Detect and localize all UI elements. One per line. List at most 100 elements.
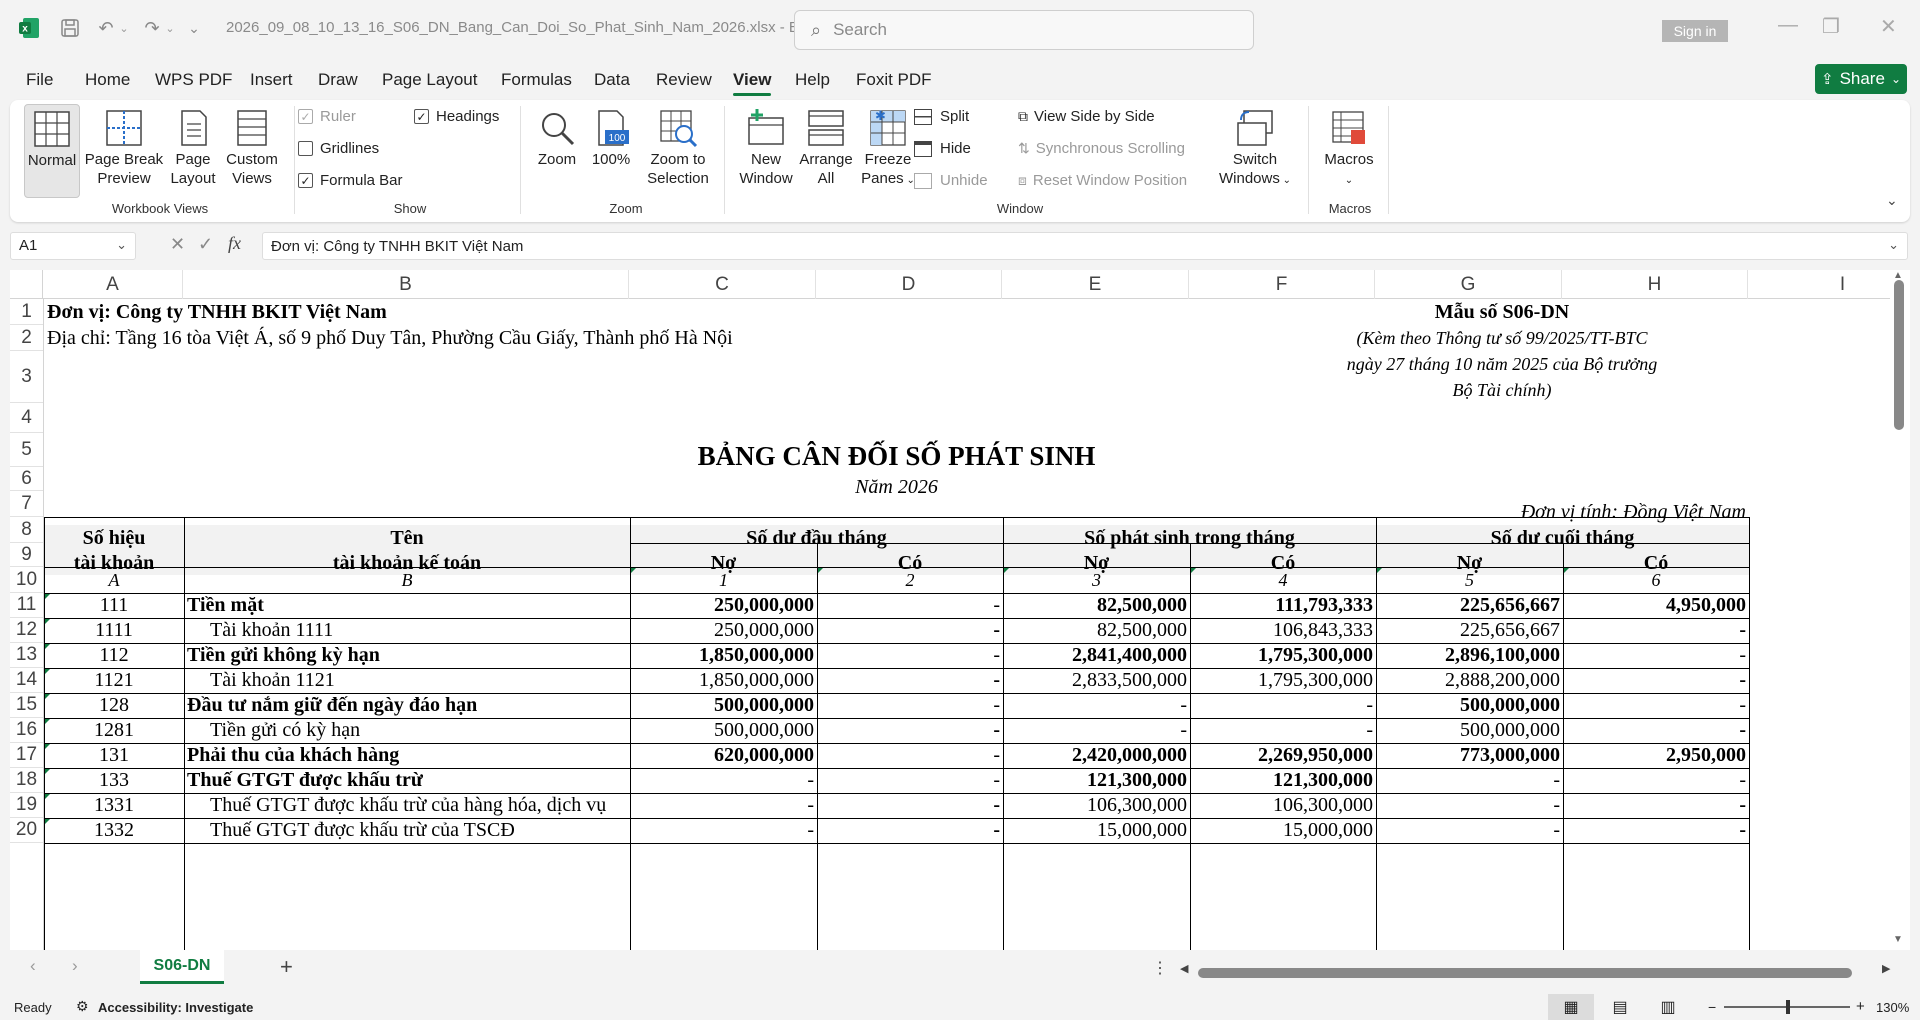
account-code-cell[interactable]: 128: [44, 693, 184, 718]
amount-cell[interactable]: 15,000,000: [1190, 818, 1376, 843]
account-code-cell[interactable]: 133: [44, 768, 184, 793]
page-layout-button[interactable]: Page Layout: [168, 108, 218, 188]
redo-dropdown-icon[interactable]: ⌄: [164, 16, 176, 40]
sign-in-button[interactable]: Sign in: [1662, 20, 1728, 42]
scroll-down-icon[interactable]: ▼: [1893, 934, 1903, 945]
row-header-12[interactable]: 12: [10, 618, 43, 643]
prev-sheet-icon[interactable]: ‹: [30, 956, 36, 976]
vertical-scroll-thumb[interactable]: [1894, 280, 1904, 430]
account-code-cell[interactable]: 1281: [44, 718, 184, 743]
acct-no-header-1[interactable]: Số hiệu: [44, 525, 184, 551]
row-header-17[interactable]: 17: [10, 743, 43, 768]
account-code-cell[interactable]: 131: [44, 743, 184, 768]
normal-view-status-button[interactable]: ▦: [1548, 994, 1594, 1020]
next-sheet-icon[interactable]: ›: [72, 956, 78, 976]
amount-cell[interactable]: 121,300,000: [1003, 768, 1190, 793]
zoom-in-icon[interactable]: +: [1856, 998, 1865, 1015]
row-header-2[interactable]: 2: [10, 325, 43, 351]
macros-button[interactable]: Macros ⌄: [1316, 108, 1382, 190]
amount-cell[interactable]: -: [630, 768, 817, 793]
menu-formulas[interactable]: Formulas: [501, 70, 572, 90]
sheet-tab-s06-dn[interactable]: S06-DN: [140, 950, 224, 984]
horizontal-scroll-thumb[interactable]: [1198, 968, 1852, 978]
menu-file[interactable]: File: [26, 70, 53, 90]
column-code-2[interactable]: 1: [630, 567, 817, 593]
undo-icon[interactable]: ↶: [94, 16, 118, 40]
page-break-preview-button[interactable]: Page Break Preview: [84, 108, 164, 188]
vertical-scrollbar[interactable]: ▲ ▼: [1890, 270, 1910, 950]
amount-cell[interactable]: -: [1563, 768, 1749, 793]
formula-input[interactable]: Đơn vị: Công ty TNHH BKIT Việt Nam ⌄: [262, 232, 1908, 260]
save-icon[interactable]: [58, 16, 82, 40]
amount-cell[interactable]: 2,833,500,000: [1003, 668, 1190, 693]
amount-cell[interactable]: 500,000,000: [630, 718, 817, 743]
minimize-icon[interactable]: —: [1778, 14, 1798, 37]
amount-cell[interactable]: 2,841,400,000: [1003, 643, 1190, 668]
account-code-cell[interactable]: 1111: [44, 618, 184, 643]
menu-review[interactable]: Review: [656, 70, 712, 90]
company-name[interactable]: Đơn vị: Công ty TNHH BKIT Việt Nam: [44, 299, 944, 325]
amount-cell[interactable]: -: [817, 618, 1003, 643]
gridlines-checkbox[interactable]: Gridlines: [298, 140, 379, 157]
menu-page-layout[interactable]: Page Layout: [382, 70, 477, 90]
account-name-cell[interactable]: Tiền gửi có kỳ hạn: [184, 718, 630, 743]
view-side-by-side-button[interactable]: ⧉ View Side by Side: [1018, 108, 1155, 125]
circular-line-2[interactable]: ngày 27 tháng 10 năm 2025 của Bộ trưởng: [1347, 351, 1657, 377]
column-code-5[interactable]: 4: [1190, 567, 1376, 593]
row-header-6[interactable]: 6: [10, 467, 43, 491]
amount-cell[interactable]: 1,850,000,000: [630, 643, 817, 668]
zoom-level[interactable]: 130%: [1876, 1000, 1909, 1015]
amount-cell[interactable]: 2,950,000: [1563, 743, 1749, 768]
formula-bar-checkbox[interactable]: ✓ Formula Bar: [298, 172, 403, 189]
zoom-slider[interactable]: [1724, 1000, 1850, 1014]
amount-cell[interactable]: -: [1190, 693, 1376, 718]
hide-button[interactable]: Hide: [914, 140, 971, 157]
amount-cell[interactable]: -: [1563, 693, 1749, 718]
amount-cell[interactable]: 111,793,333: [1190, 593, 1376, 618]
amount-cell[interactable]: 250,000,000: [630, 593, 817, 618]
amount-cell[interactable]: 225,656,667: [1376, 593, 1563, 618]
form-number[interactable]: Mẫu số S06-DN: [1347, 299, 1657, 325]
account-name-cell[interactable]: Tài khoản 1121: [184, 668, 630, 693]
amount-cell[interactable]: 2,420,000,000: [1003, 743, 1190, 768]
amount-cell[interactable]: 620,000,000: [630, 743, 817, 768]
ruler-checkbox[interactable]: ✓ Ruler: [298, 108, 356, 125]
synchronous-scrolling-button[interactable]: ⇅ Synchronous Scrolling: [1018, 140, 1185, 157]
scroll-right-icon[interactable]: ▶: [1882, 962, 1890, 975]
row-header-14[interactable]: 14: [10, 668, 43, 693]
unhide-button[interactable]: Unhide: [914, 172, 988, 189]
cancel-icon[interactable]: ✕: [170, 234, 185, 255]
column-code-7[interactable]: 6: [1563, 567, 1749, 593]
column-header-h[interactable]: H: [1562, 270, 1748, 299]
row-header-15[interactable]: 15: [10, 693, 43, 718]
amount-cell[interactable]: 1,795,300,000: [1190, 668, 1376, 693]
amount-cell[interactable]: -: [817, 743, 1003, 768]
column-header-e[interactable]: E: [1002, 270, 1189, 299]
zoom-slider-thumb[interactable]: [1786, 1000, 1790, 1014]
amount-cell[interactable]: 225,656,667: [1376, 618, 1563, 643]
scroll-left-icon[interactable]: ◀: [1180, 962, 1188, 975]
amount-cell[interactable]: -: [817, 593, 1003, 618]
headings-checkbox[interactable]: ✓ Headings: [414, 108, 499, 125]
undo-dropdown-icon[interactable]: ⌄: [118, 16, 130, 40]
circular-line-3[interactable]: Bộ Tài chính): [1347, 377, 1657, 403]
zoom-100-button[interactable]: 100 100%: [588, 108, 634, 169]
amount-cell[interactable]: -: [1563, 643, 1749, 668]
insert-function-icon[interactable]: fx: [228, 233, 241, 254]
amount-cell[interactable]: -: [1190, 718, 1376, 743]
amount-cell[interactable]: -: [817, 768, 1003, 793]
amount-cell[interactable]: -: [817, 693, 1003, 718]
amount-cell[interactable]: -: [817, 643, 1003, 668]
account-name-cell[interactable]: Thuế GTGT được khấu trừ: [184, 768, 630, 793]
menu-view[interactable]: View: [733, 70, 772, 96]
row-header-19[interactable]: 19: [10, 793, 43, 818]
amount-cell[interactable]: -: [817, 793, 1003, 818]
reset-window-position-button[interactable]: ⧈ Reset Window Position: [1018, 172, 1187, 189]
unit-of-measure[interactable]: Đơn vị tính: Đồng Việt Nam: [1044, 499, 1749, 525]
row-header-20[interactable]: 20: [10, 818, 43, 843]
row-header-9[interactable]: 9: [10, 543, 43, 567]
page-layout-status-button[interactable]: ▤: [1600, 994, 1640, 1020]
amount-cell[interactable]: 500,000,000: [1376, 718, 1563, 743]
page-break-status-button[interactable]: ▥: [1648, 994, 1688, 1020]
account-name-cell[interactable]: Đầu tư nắm giữ đến ngày đáo hạn: [184, 693, 630, 718]
